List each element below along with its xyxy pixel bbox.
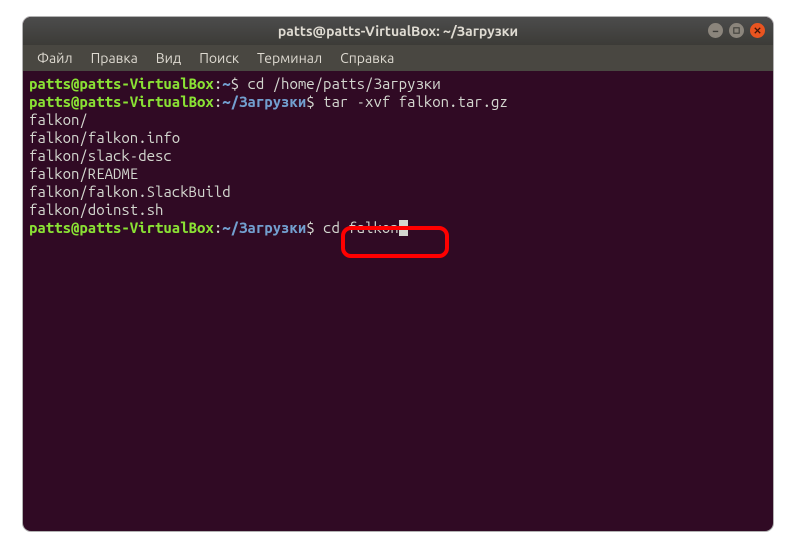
output-text: falkon/falkon.SlackBuild [29, 183, 231, 200]
menu-edit[interactable]: Правка [83, 47, 146, 69]
output-text: falkon/slack-desc [29, 147, 172, 164]
cursor [399, 220, 408, 236]
prompt-path: ~/Загрузки [222, 93, 306, 110]
terminal-line: falkon/slack-desc [29, 147, 767, 165]
terminal-output-area[interactable]: patts@patts-VirtualBox:~$ cd /home/patts… [23, 71, 773, 241]
prompt-dollar: $ [231, 75, 248, 92]
minimize-icon [711, 26, 720, 35]
window-controls [708, 23, 765, 38]
output-text: falkon/README [29, 165, 138, 182]
command-text: cd /home/patts/Загрузки [247, 75, 440, 92]
prompt-dollar: $ [306, 219, 323, 236]
prompt-user: patts@patts-VirtualBox [29, 93, 214, 110]
output-text: falkon/doinst.sh [29, 201, 163, 218]
terminal-line: patts@patts-VirtualBox:~/Загрузки$ tar -… [29, 93, 767, 111]
output-text: falkon/ [29, 111, 88, 128]
prompt-path: ~ [222, 75, 230, 92]
maximize-button[interactable] [729, 23, 744, 38]
menubar: Файл Правка Вид Поиск Терминал Справка [23, 45, 773, 71]
terminal-line: falkon/falkon.SlackBuild [29, 183, 767, 201]
prompt-user: patts@patts-VirtualBox [29, 75, 214, 92]
prompt-user: patts@patts-VirtualBox [29, 219, 214, 236]
prompt-colon: : [214, 93, 222, 110]
prompt-dollar: $ [306, 93, 323, 110]
menu-help[interactable]: Справка [332, 47, 402, 69]
command-text: tar -xvf falkon.tar.gz [323, 93, 508, 110]
menu-view[interactable]: Вид [148, 47, 189, 69]
window-title: patts@patts-VirtualBox: ~/Загрузки [278, 23, 518, 39]
maximize-icon [732, 26, 741, 35]
terminal-window: patts@patts-VirtualBox: ~/Загрузки Файл … [23, 17, 773, 531]
terminal-line: patts@patts-VirtualBox:~$ cd /home/patts… [29, 75, 767, 93]
menu-search[interactable]: Поиск [191, 47, 247, 69]
close-icon [753, 26, 762, 35]
terminal-line: patts@patts-VirtualBox:~/Загрузки$ cd fa… [29, 219, 767, 237]
prompt-colon: : [214, 219, 222, 236]
output-text: falkon/falkon.info [29, 129, 180, 146]
menu-file[interactable]: Файл [29, 47, 81, 69]
command-text: cd falkon [323, 219, 399, 236]
menu-terminal[interactable]: Терминал [249, 47, 330, 69]
terminal-line: falkon/ [29, 111, 767, 129]
close-button[interactable] [750, 23, 765, 38]
prompt-path: ~/Загрузки [222, 219, 306, 236]
terminal-line: falkon/doinst.sh [29, 201, 767, 219]
minimize-button[interactable] [708, 23, 723, 38]
terminal-line: falkon/falkon.info [29, 129, 767, 147]
terminal-line: falkon/README [29, 165, 767, 183]
prompt-colon: : [214, 75, 222, 92]
titlebar[interactable]: patts@patts-VirtualBox: ~/Загрузки [23, 17, 773, 45]
